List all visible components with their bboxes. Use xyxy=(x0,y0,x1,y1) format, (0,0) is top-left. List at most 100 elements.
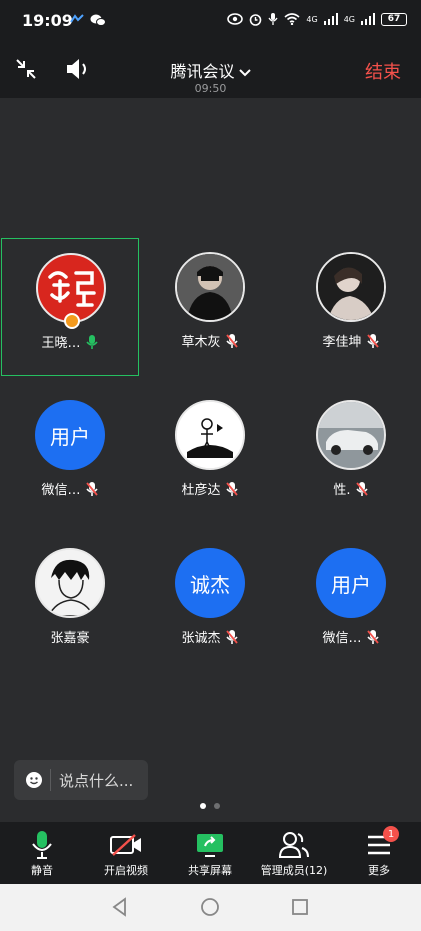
participant-name: 张诚杰 xyxy=(181,631,221,646)
video-label: 开启视频 xyxy=(104,864,148,877)
battery-level: 67 xyxy=(387,14,401,24)
chat-divider xyxy=(50,769,51,791)
participant-name: 性. xyxy=(333,483,351,498)
wechat-icon xyxy=(90,14,106,26)
page-dot[interactable] xyxy=(214,803,220,809)
meeting-header: 腾讯会议 09:50 结束 xyxy=(0,42,421,98)
participant-name-row: 王晓… xyxy=(2,332,138,351)
participant-tile[interactable]: 王晓… xyxy=(1,238,139,376)
sketch-avatar-icon xyxy=(177,402,243,468)
video-off-icon xyxy=(110,834,141,856)
meeting-title-button[interactable]: 腾讯会议 xyxy=(0,58,421,82)
share-screen-button[interactable]: 共享屏幕 xyxy=(168,830,252,878)
more-button[interactable]: 1 更多 xyxy=(337,826,421,878)
photo-avatar-icon xyxy=(318,254,384,320)
participant-name-row: 张嘉豪 xyxy=(1,627,139,646)
mic-on-icon xyxy=(85,334,98,349)
start-video-button[interactable]: 开启视频 xyxy=(84,830,168,878)
participant-avatar xyxy=(35,548,105,618)
participant-tile[interactable]: 用户 微信… xyxy=(282,534,420,672)
participant-name: 杜彦达 xyxy=(181,483,221,498)
recents-icon[interactable] xyxy=(290,897,310,917)
photo-avatar-icon xyxy=(177,254,243,320)
system-nav-bar xyxy=(0,884,421,931)
signal-icon-1 xyxy=(323,13,338,25)
mute-label: 静音 xyxy=(31,864,53,877)
chevron-down-icon xyxy=(238,69,251,77)
host-badge-icon xyxy=(64,313,80,329)
notification-badge: 1 xyxy=(383,826,399,842)
back-icon[interactable] xyxy=(110,897,130,917)
participant-name: 微信… xyxy=(41,483,81,498)
mic-muted-icon xyxy=(225,333,238,348)
calligraphy-avatar-icon xyxy=(48,271,96,307)
more-label: 更多 xyxy=(368,864,390,877)
mic-muted-icon xyxy=(225,481,238,496)
participant-avatar xyxy=(316,252,386,322)
page-indicator xyxy=(200,803,220,809)
mic-icon xyxy=(32,831,52,859)
status-right-icons: 4G 4G 67 xyxy=(227,12,407,26)
mic-muted-icon xyxy=(366,333,379,348)
participant-avatar xyxy=(316,400,386,470)
battery-icon: 67 xyxy=(381,12,407,26)
network-type-2: 4G xyxy=(343,14,355,24)
share-screen-icon xyxy=(197,834,223,857)
participant-name: 草木灰 xyxy=(181,335,221,350)
participant-name: 王晓… xyxy=(41,336,81,351)
participant-avatar xyxy=(175,252,245,322)
participant-tile[interactable]: 李佳坤 xyxy=(282,238,420,376)
alarm-icon xyxy=(250,13,262,26)
members-label: 管理成员(12) xyxy=(260,864,328,877)
participant-name-row: 李佳坤 xyxy=(282,331,420,350)
participant-name-row: 杜彦达 xyxy=(141,479,279,498)
participant-name-row: 草木灰 xyxy=(141,331,279,350)
participant-tile[interactable]: 性. xyxy=(282,386,420,524)
page-dot-active[interactable] xyxy=(200,803,206,809)
participant-name: 李佳坤 xyxy=(322,335,362,350)
manage-members-button[interactable]: 管理成员(12) xyxy=(252,830,336,878)
participant-tile[interactable]: 诚杰 张诚杰 xyxy=(141,534,279,672)
participant-avatar xyxy=(175,400,245,470)
participant-avatar: 诚杰 xyxy=(175,548,245,618)
participant-name-row: 微信… xyxy=(282,627,420,646)
participant-avatar: 用户 xyxy=(35,400,105,470)
mic-muted-icon xyxy=(85,481,98,496)
mic-status-icon xyxy=(268,13,278,25)
participant-tile[interactable]: 草木灰 xyxy=(141,238,279,376)
signal-icon-2 xyxy=(361,13,375,25)
home-icon[interactable] xyxy=(200,897,220,917)
anime-avatar-icon xyxy=(37,550,103,616)
meeting-toolbar: 静音 开启视频 共享屏幕 管理成员(12) 1 更多 xyxy=(0,822,421,884)
mic-muted-icon xyxy=(366,629,379,644)
car-photo-avatar-icon xyxy=(318,402,384,468)
participant-avatar: 用户 xyxy=(316,548,386,618)
status-bar: 19:09 4G 4G 67 xyxy=(0,0,421,42)
chat-placeholder: 说点什么... xyxy=(59,771,134,790)
meeting-duration: 09:50 xyxy=(194,82,227,95)
status-left-icons xyxy=(70,13,106,27)
participant-name-row: 微信… xyxy=(1,479,139,498)
participant-name-row: 性. xyxy=(282,479,420,498)
participant-name-row: 张诚杰 xyxy=(141,627,279,646)
participant-name: 张嘉豪 xyxy=(50,631,90,646)
eye-icon xyxy=(227,13,244,25)
participant-tile[interactable]: 杜彦达 xyxy=(141,386,279,524)
participant-tile[interactable]: 张嘉豪 xyxy=(1,534,139,672)
status-time: 19:09 xyxy=(22,11,73,30)
members-icon xyxy=(278,832,309,858)
smile-icon xyxy=(30,777,38,785)
participant-name: 微信… xyxy=(322,631,362,646)
share-label: 共享屏幕 xyxy=(188,864,232,877)
mic-muted-icon xyxy=(225,629,238,644)
chat-input[interactable]: 说点什么... xyxy=(14,760,148,800)
emoji-icon[interactable] xyxy=(26,772,42,788)
wifi-icon xyxy=(284,13,300,25)
mic-muted-icon xyxy=(355,481,368,496)
meeting-title: 腾讯会议 xyxy=(170,62,235,81)
vpn-icon xyxy=(70,14,84,23)
participant-tile[interactable]: 用户 微信… xyxy=(1,386,139,524)
mute-button[interactable]: 静音 xyxy=(0,830,84,878)
network-type-1: 4G xyxy=(306,14,318,24)
end-meeting-button[interactable]: 结束 xyxy=(365,58,401,84)
